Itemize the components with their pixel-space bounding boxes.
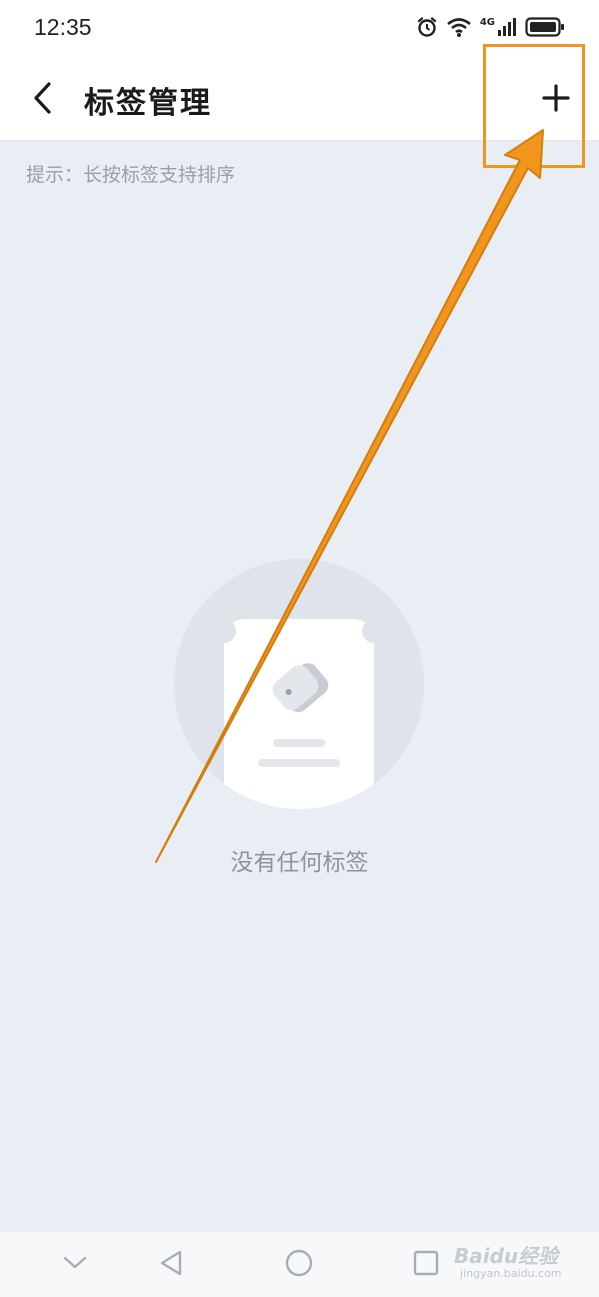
nav-home-button[interactable] <box>282 1248 316 1282</box>
signal-icon <box>497 16 517 42</box>
status-bar: 12:35 4G <box>0 0 599 58</box>
add-tag-button[interactable] <box>532 78 580 122</box>
hide-keyboard-button[interactable] <box>58 1248 92 1282</box>
empty-state-illustration <box>174 559 424 809</box>
back-triangle-icon <box>158 1249 184 1281</box>
battery-icon <box>525 16 565 42</box>
alarm-icon <box>416 16 438 42</box>
recents-square-icon <box>412 1249 440 1281</box>
nav-back-button[interactable] <box>154 1248 188 1282</box>
home-circle-icon <box>284 1248 314 1282</box>
watermark-url: jingyan.baidu.com <box>460 1267 562 1280</box>
empty-state-message: 没有任何标签 <box>230 850 369 876</box>
baidu-jingyan-watermark: Baidu经验 jingyan.baidu.com <box>454 1240 584 1286</box>
back-button[interactable] <box>20 78 64 122</box>
status-time: 12:35 <box>34 14 92 40</box>
plus-icon <box>542 84 570 116</box>
status-icons: 4G <box>416 16 565 42</box>
page-title: 标签管理 <box>84 86 212 121</box>
wifi-icon <box>446 16 472 42</box>
chevron-left-icon <box>31 81 53 119</box>
network-type-label: 4G <box>479 16 495 28</box>
watermark-logo: Baidu经验 <box>454 1244 559 1268</box>
sort-hint-text: 提示：长按标签支持排序 <box>26 164 236 186</box>
nav-recents-button[interactable] <box>409 1248 443 1282</box>
app-bar: 标签管理 <box>0 58 599 141</box>
chevron-down-icon <box>62 1255 88 1275</box>
